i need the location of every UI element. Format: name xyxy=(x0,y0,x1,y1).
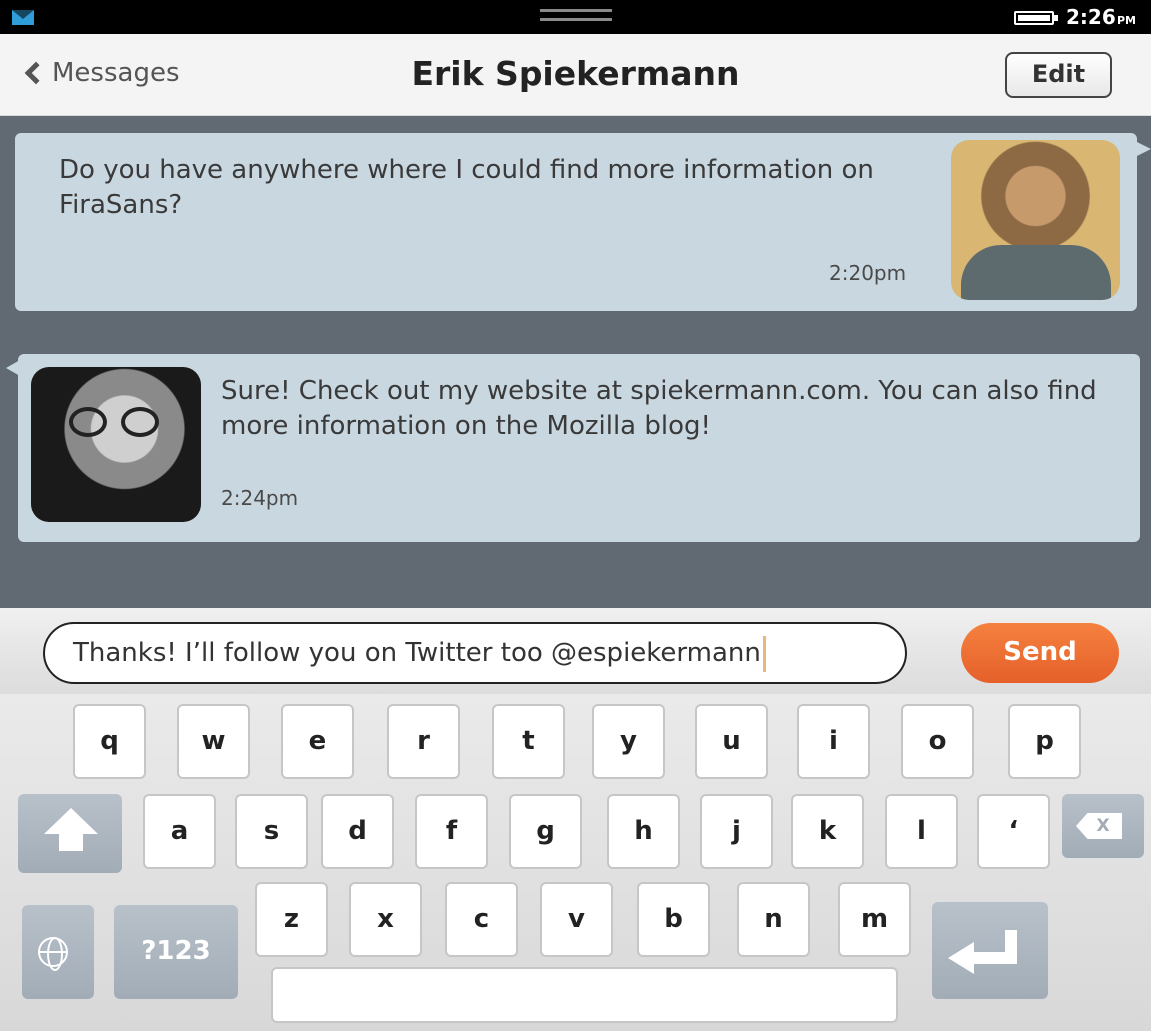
space-key[interactable] xyxy=(271,967,898,1023)
symbols-key[interactable]: ?123 xyxy=(114,905,238,999)
key-l[interactable]: l xyxy=(885,794,958,869)
key-u[interactable]: u xyxy=(695,704,768,779)
message-time: 2:20pm xyxy=(829,261,907,285)
key-n[interactable]: n xyxy=(737,882,810,957)
key-w[interactable]: w xyxy=(177,704,250,779)
key-m[interactable]: m xyxy=(838,882,911,957)
key-e[interactable]: e xyxy=(281,704,354,779)
battery-icon xyxy=(1014,11,1058,25)
header: Messages Erik Spiekermann Edit xyxy=(0,34,1151,116)
mail-icon xyxy=(12,10,34,25)
key-r[interactable]: r xyxy=(387,704,460,779)
message-bubble-outgoing[interactable]: Do you have anywhere where I could find … xyxy=(15,133,1151,311)
avatar[interactable] xyxy=(31,367,201,522)
avatar-glasses-right xyxy=(121,407,159,437)
key-t[interactable]: t xyxy=(492,704,565,779)
drag-handle-top[interactable] xyxy=(540,9,612,12)
key-p[interactable]: p xyxy=(1008,704,1081,779)
shift-key[interactable] xyxy=(18,794,122,873)
avatar[interactable] xyxy=(951,140,1120,300)
key-k[interactable]: k xyxy=(791,794,864,869)
avatar-glasses-left xyxy=(69,407,107,437)
key-x[interactable]: x xyxy=(349,882,422,957)
key-y[interactable]: y xyxy=(592,704,665,779)
shift-arrow-icon xyxy=(44,808,98,834)
status-time: 2:26 xyxy=(1066,5,1116,29)
key-q[interactable]: q xyxy=(73,704,146,779)
key-z[interactable]: z xyxy=(255,882,328,957)
text-caret xyxy=(762,635,766,672)
page-title: Erik Spiekermann xyxy=(411,54,740,93)
key-g[interactable]: g xyxy=(509,794,582,869)
shift-stem-icon xyxy=(59,833,83,851)
message-input[interactable]: Thanks! I’ll follow you on Twitter too @… xyxy=(43,622,907,684)
key-f[interactable]: f xyxy=(415,794,488,869)
drag-handle-bottom[interactable] xyxy=(540,18,612,21)
key-i[interactable]: i xyxy=(797,704,870,779)
key-h[interactable]: h xyxy=(607,794,680,869)
globe-icon xyxy=(38,937,68,971)
avatar-shirt xyxy=(961,245,1111,300)
message-bubble-incoming[interactable]: Sure! Check out my website at spiekerman… xyxy=(6,354,1140,542)
key-s[interactable]: s xyxy=(235,794,308,869)
keyboard: q w e r t y u i o p a s d f g h j k l ‘ … xyxy=(0,694,1151,1031)
key-d[interactable]: d xyxy=(321,794,394,869)
backspace-icon: X xyxy=(1076,813,1122,839)
message-time: 2:24pm xyxy=(221,486,299,510)
key-o[interactable]: o xyxy=(901,704,974,779)
key-a[interactable]: a xyxy=(143,794,216,869)
backspace-key[interactable]: X xyxy=(1062,794,1144,858)
send-button[interactable]: Send xyxy=(961,623,1119,683)
enter-icon-bar xyxy=(972,952,1017,964)
enter-icon xyxy=(948,942,974,974)
status-bar: 2:26 PM xyxy=(0,0,1151,34)
edit-button[interactable]: Edit xyxy=(1005,52,1112,98)
key-b[interactable]: b xyxy=(637,882,710,957)
key-j[interactable]: j xyxy=(700,794,773,869)
globe-key[interactable] xyxy=(22,905,94,999)
key-v[interactable]: v xyxy=(540,882,613,957)
compose-bar: Thanks! I’ll follow you on Twitter too @… xyxy=(0,608,1151,694)
key-apostrophe[interactable]: ‘ xyxy=(977,794,1050,869)
status-ampm: PM xyxy=(1117,14,1137,27)
message-text: Do you have anywhere where I could find … xyxy=(59,155,874,220)
message-thread[interactable]: Do you have anywhere where I could find … xyxy=(0,116,1151,608)
message-input-value: Thanks! I’ll follow you on Twitter too @… xyxy=(73,638,761,668)
key-c[interactable]: c xyxy=(445,882,518,957)
enter-key[interactable] xyxy=(932,902,1048,999)
message-text: Sure! Check out my website at spiekerman… xyxy=(221,376,1097,441)
